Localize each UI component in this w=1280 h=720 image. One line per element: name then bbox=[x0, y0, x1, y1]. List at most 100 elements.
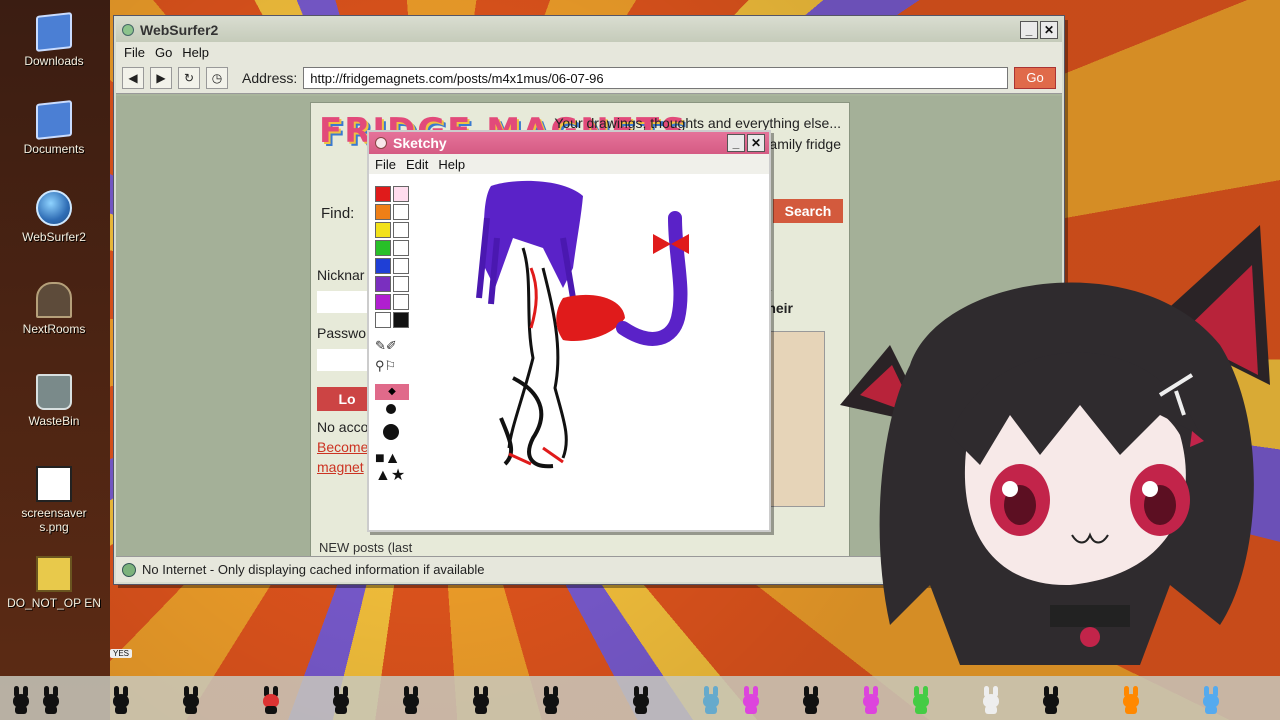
desktop-icon-do-not-open[interactable]: DO_NOT_OP EN bbox=[6, 556, 102, 610]
address-input[interactable]: http://fridgemagnets.com/posts/m4x1mus/0… bbox=[303, 66, 1008, 89]
chat-avatar-strip: YES bbox=[0, 646, 1280, 720]
menu-edit[interactable]: Edit bbox=[406, 157, 428, 172]
browser-titlebar[interactable]: WebSurfer2 _ ✕ bbox=[116, 18, 1062, 42]
sketchy-menubar: File Edit Help bbox=[369, 154, 769, 174]
status-globe-icon bbox=[122, 562, 136, 577]
chat-avatar bbox=[10, 686, 32, 714]
find-label: Find: bbox=[321, 205, 355, 222]
swatch-empty[interactable] bbox=[393, 258, 409, 274]
refresh-icon[interactable]: ↻ bbox=[178, 66, 200, 89]
back-icon[interactable]: ◀ bbox=[122, 66, 144, 89]
desktop-icon-label: WasteBin bbox=[28, 414, 80, 428]
drawing-tail bbox=[616, 211, 688, 346]
brush-size-large-icon[interactable] bbox=[383, 424, 399, 440]
globe-icon bbox=[36, 190, 72, 226]
drawing-red-strap bbox=[529, 267, 538, 329]
chat-avatar bbox=[910, 686, 932, 714]
swatch-violet[interactable] bbox=[375, 294, 391, 310]
desktop-icon-wastebin[interactable]: WasteBin bbox=[6, 374, 102, 428]
swatch-yellow[interactable] bbox=[375, 222, 391, 238]
trash-icon bbox=[36, 374, 72, 410]
chat-avatar bbox=[110, 686, 132, 714]
minimize-button[interactable]: _ bbox=[727, 134, 745, 152]
vtuber-avatar bbox=[840, 225, 1270, 665]
swatch-orange[interactable] bbox=[375, 204, 391, 220]
desktop-icon-downloads[interactable]: Downloads bbox=[6, 12, 102, 68]
minimize-button[interactable]: _ bbox=[1020, 21, 1038, 39]
fill-icon[interactable]: ⚲⚐ bbox=[375, 358, 409, 374]
swatch-green[interactable] bbox=[375, 240, 391, 256]
chat-avatar bbox=[980, 686, 1002, 714]
desktop-icon-nextrooms[interactable]: NextRooms bbox=[6, 282, 102, 336]
browser-app-icon bbox=[122, 24, 134, 36]
history-icon[interactable]: ◷ bbox=[206, 66, 228, 89]
zip-icon bbox=[36, 556, 72, 592]
swatch-pink-tool[interactable] bbox=[393, 186, 409, 202]
chat-avatar bbox=[1200, 686, 1222, 714]
brush-size-small-icon[interactable]: ◆ bbox=[375, 384, 409, 400]
desktop-icon-screensaver[interactable]: screensaver s.png bbox=[6, 466, 102, 534]
swatch-blue[interactable] bbox=[375, 258, 391, 274]
chat-avatar bbox=[400, 686, 422, 714]
desktop-icon-label: DO_NOT_OP EN bbox=[7, 596, 101, 610]
desktop-icon-label: Documents bbox=[23, 142, 85, 156]
chat-avatar bbox=[740, 686, 762, 714]
swatch-empty[interactable] bbox=[393, 204, 409, 220]
desktop-icon-label: NextRooms bbox=[22, 322, 86, 336]
chat-badge: YES bbox=[110, 649, 133, 658]
swatch-black[interactable] bbox=[393, 312, 409, 328]
chat-avatar bbox=[260, 686, 282, 714]
drawing-skirt bbox=[556, 294, 625, 342]
menu-help[interactable]: Help bbox=[182, 45, 209, 60]
sketchy-titlebar[interactable]: Sketchy _ ✕ bbox=[369, 132, 769, 154]
brush-size-medium-icon[interactable] bbox=[386, 404, 396, 414]
browser-title: WebSurfer2 bbox=[140, 22, 219, 38]
desktop-icon-label: WebSurfer2 bbox=[22, 230, 86, 244]
left-eye-shine bbox=[1002, 481, 1018, 497]
chat-avatar bbox=[180, 686, 202, 714]
drawing-canvas[interactable] bbox=[413, 178, 767, 528]
folder-icon bbox=[36, 100, 72, 140]
post-image bbox=[769, 331, 825, 507]
forward-icon[interactable]: ▶ bbox=[150, 66, 172, 89]
menu-file[interactable]: File bbox=[124, 45, 145, 60]
sketchy-title: Sketchy bbox=[393, 135, 447, 151]
chat-avatar bbox=[470, 686, 492, 714]
browser-menubar: File Go Help bbox=[116, 42, 1062, 62]
browser-navbar: ◀ ▶ ↻ ◷ Address: http://fridgemagnets.co… bbox=[116, 62, 1062, 94]
pencil-eraser-icon[interactable]: ✎✐ bbox=[375, 338, 409, 354]
shape-tools-icon[interactable]: ■▲ ▲★ bbox=[375, 450, 411, 484]
address-label: Address: bbox=[242, 69, 298, 86]
swatch-red[interactable] bbox=[375, 186, 391, 202]
chat-avatar bbox=[800, 686, 822, 714]
note-icon bbox=[36, 466, 72, 502]
menu-file[interactable]: File bbox=[375, 157, 396, 172]
desktop-icon-label: Downloads bbox=[24, 54, 84, 68]
sketchy-window: Sketchy _ ✕ File Edit Help ✎✐ ⚲⚐ ◆ ■▲ ▲★ bbox=[367, 130, 771, 532]
swatch-empty[interactable] bbox=[393, 294, 409, 310]
desktop-icon-label: screensaver s.png bbox=[21, 506, 87, 534]
choker bbox=[1050, 605, 1130, 627]
swatch-purple[interactable] bbox=[375, 276, 391, 292]
desktop-icon-documents[interactable]: Documents bbox=[6, 100, 102, 156]
status-text: No Internet - Only displaying cached inf… bbox=[142, 562, 485, 577]
menu-help[interactable]: Help bbox=[438, 157, 465, 172]
swatch-empty[interactable] bbox=[393, 276, 409, 292]
chat-avatar bbox=[1040, 686, 1062, 714]
desktop-icon-websurfer2[interactable]: WebSurfer2 bbox=[6, 190, 102, 244]
close-button[interactable]: ✕ bbox=[747, 134, 765, 152]
drawing-legs bbox=[499, 376, 554, 469]
sketchy-app-icon bbox=[375, 137, 387, 149]
swatch-empty[interactable] bbox=[393, 222, 409, 238]
menu-go[interactable]: Go bbox=[155, 45, 172, 60]
swatch-white[interactable] bbox=[375, 312, 391, 328]
chat-avatar bbox=[40, 686, 62, 714]
swatch-empty[interactable] bbox=[393, 240, 409, 256]
new-posts-heading: NEW posts (last bbox=[319, 540, 413, 555]
go-button[interactable]: Go bbox=[1014, 66, 1056, 89]
chat-avatar bbox=[700, 686, 722, 714]
chat-avatar bbox=[540, 686, 562, 714]
chat-avatar bbox=[630, 686, 652, 714]
close-button[interactable]: ✕ bbox=[1040, 21, 1058, 39]
color-palette: ✎✐ ⚲⚐ ◆ ■▲ ▲★ bbox=[371, 178, 411, 498]
